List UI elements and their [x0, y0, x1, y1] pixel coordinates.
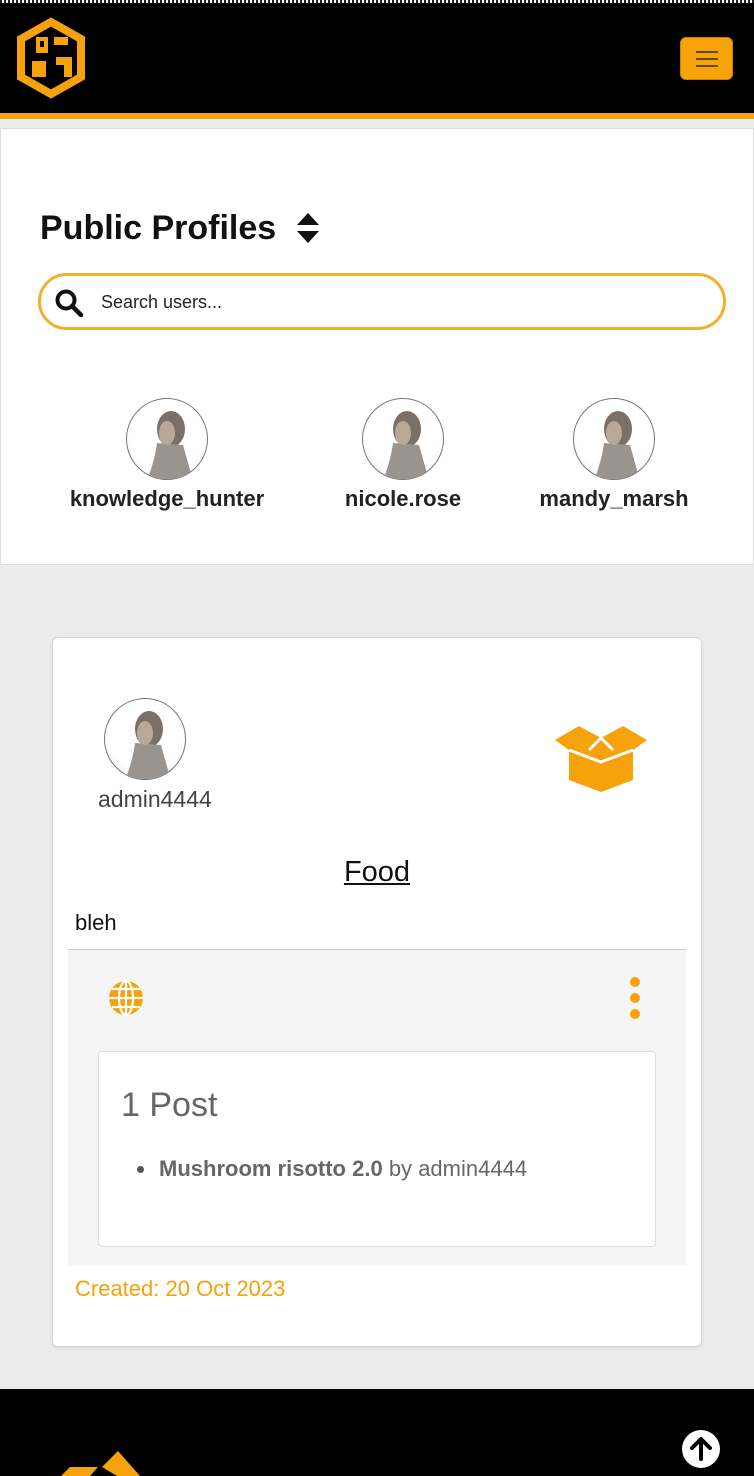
public-profiles-panel: Public Profiles knowledge_hunter: [0, 128, 754, 565]
kebab-menu-icon[interactable]: [624, 976, 646, 1020]
profile-card[interactable]: nicole.rose: [328, 398, 478, 512]
arrow-up-circle-icon[interactable]: [681, 1429, 721, 1469]
avatar[interactable]: [126, 398, 208, 480]
bust-avatar-icon: [147, 411, 193, 479]
navbar-accent-bar: [0, 113, 754, 119]
avatar[interactable]: [362, 398, 444, 480]
search-bar: [38, 273, 726, 330]
bust-avatar-icon: [594, 411, 640, 479]
pcg-logo-icon[interactable]: [14, 17, 88, 99]
avatar[interactable]: [573, 398, 655, 480]
profile-name[interactable]: mandy_marsh: [524, 486, 704, 512]
open-box-icon: [555, 726, 647, 792]
collection-title-link[interactable]: Food: [53, 856, 701, 889]
search-input[interactable]: [101, 287, 701, 317]
collection-details: 1 Post Mushroom risotto 2.0 by admin4444: [68, 950, 686, 1265]
profile-name[interactable]: knowledge_hunter: [55, 486, 279, 512]
footer: [0, 1389, 754, 1476]
author-avatar[interactable]: [104, 698, 186, 780]
sort-icon[interactable]: [295, 211, 321, 245]
posts-list-box: 1 Post Mushroom risotto 2.0 by admin4444: [98, 1051, 656, 1247]
posts-count-heading: 1 Post: [121, 1086, 218, 1124]
globe-icon[interactable]: [106, 978, 146, 1018]
post-author: admin4444: [418, 1156, 528, 1181]
created-date: Created: 20 Oct 2023: [75, 1276, 286, 1301]
bust-avatar-icon: [383, 411, 429, 479]
bullet: [137, 1166, 144, 1173]
profile-name[interactable]: nicole.rose: [328, 486, 478, 512]
page-title: Public Profiles: [40, 209, 277, 247]
navbar: [0, 3, 754, 113]
collection-description: bleh: [75, 910, 117, 935]
post-by-label: by: [388, 1156, 413, 1181]
post-title-link[interactable]: Mushroom risotto 2.0: [159, 1156, 383, 1181]
list-item: Mushroom risotto 2.0 by admin4444: [137, 1156, 528, 1182]
collection-card: admin4444 Food bleh 1 Post Mushroom riso…: [52, 637, 702, 1347]
profile-card[interactable]: mandy_marsh: [524, 398, 704, 512]
hamburger-icon: [696, 51, 718, 53]
search-icon: [55, 289, 84, 318]
footer-logo-icon[interactable]: [52, 1445, 148, 1476]
bust-avatar-icon: [125, 711, 171, 779]
menu-toggle-button[interactable]: [680, 37, 733, 80]
profile-card[interactable]: knowledge_hunter: [55, 398, 279, 512]
author-name[interactable]: admin4444: [98, 786, 212, 813]
